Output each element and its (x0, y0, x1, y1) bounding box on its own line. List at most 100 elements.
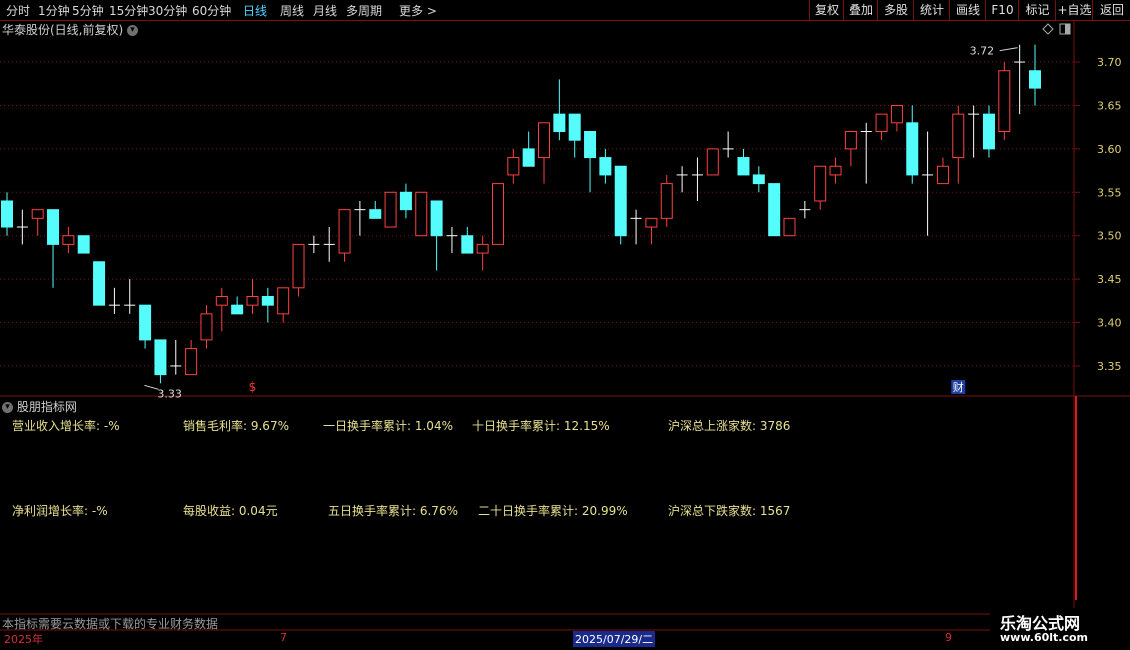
period-tab[interactable]: 多周期 (346, 2, 382, 19)
candle-body (660, 183, 673, 219)
candle-body (491, 183, 504, 245)
panel-toggle-icon (1065, 24, 1070, 34)
indicator-item: 每股收益: 0.04元 (183, 504, 278, 518)
candle-body (599, 157, 612, 176)
indicator-label-text: 股朋指标网 (16, 400, 77, 414)
high-price-label: 3.72 (970, 45, 995, 58)
toolbar-button[interactable]: 多股 (877, 0, 914, 20)
candle-body (890, 104, 903, 124)
candle-body (568, 113, 581, 141)
toolbar-button[interactable]: 返回 (1092, 0, 1130, 20)
toolbar: 分时 1分钟 5分钟 15分钟 30分钟 60分钟 日线 周线 月线 多周期 更多 > 复权 叠加 多股统… (0, 0, 1130, 21)
period-tab[interactable]: 分时 (6, 2, 30, 19)
toolbar-button[interactable]: 画线 (949, 0, 986, 20)
indicator-item: 十日换手率累计: 12.15% (472, 419, 610, 433)
toolbar-button[interactable]: 统计 (913, 0, 950, 20)
candle-body (998, 70, 1011, 133)
watermark-url: www.60lt.com (1000, 631, 1089, 644)
indicator-item: 营业收入增长率: -% (12, 419, 120, 433)
candle-body (584, 131, 597, 159)
candle-body (246, 295, 259, 306)
candle-body (814, 165, 827, 202)
candle-body (369, 209, 382, 219)
indicator-item: 一日换手率累计: 1.04% (323, 419, 453, 433)
toolbar-button[interactable]: 标记 (1018, 0, 1056, 20)
candle-body (292, 243, 305, 289)
candle-body (139, 304, 152, 341)
toolbar-button[interactable]: 叠加 (843, 0, 878, 20)
candle-body (415, 191, 428, 237)
candle-body (93, 261, 106, 306)
watermark-logo: 乐淘公式网 www.60lt.com (990, 608, 1130, 650)
indicator-item: 二十日换手率累计: 20.99% (478, 504, 628, 518)
y-tick-label: 3.60 (1097, 143, 1122, 156)
candle-body (338, 209, 351, 254)
candle-body (522, 148, 535, 167)
candle-body (461, 235, 474, 254)
stock-label[interactable]: 华泰股份(日线,前复权) ▾ (2, 21, 139, 38)
date-axis-label: 7 (280, 631, 287, 644)
candle-body (277, 287, 290, 315)
candle-body (215, 295, 228, 306)
stock-label-text: 华泰股份(日线,前复权) (2, 23, 124, 37)
data-note: 本指标需要云数据或下载的专业财务数据 (2, 617, 219, 631)
candle-body (768, 183, 781, 237)
indicator-item: 沪深总下跌家数: 1567 (668, 504, 791, 518)
y-tick-label: 3.65 (1097, 99, 1122, 112)
period-tab[interactable]: 周线 (280, 2, 304, 19)
candle-body (384, 191, 397, 228)
toolbar-button[interactable]: 复权 (809, 0, 844, 20)
candle-body (77, 235, 90, 254)
candle-body (261, 295, 274, 306)
date-axis-label: 2025年 (4, 633, 43, 646)
candle-body (1029, 70, 1041, 89)
chevron-down-icon[interactable]: ▾ (127, 25, 139, 36)
y-tick-label: 3.55 (1097, 186, 1122, 199)
indicator-item: 销售毛利率: 9.67% (183, 419, 289, 433)
candle-body (538, 122, 551, 159)
candle-body (47, 209, 60, 245)
candle-body (31, 209, 44, 219)
date-axis-label: 9 (945, 631, 952, 644)
candlestick-chart[interactable]: 3.35 3.40 3.45 3.50 3.55 3.60 3.65 3.70 3.72 3.33… (0, 0, 1130, 650)
candle-body (737, 157, 750, 176)
high-marker-arrow (999, 47, 1018, 52)
chevron-down-icon[interactable]: ▾ (2, 402, 13, 413)
candle-body (507, 157, 520, 176)
toolbar-button[interactable]: F10 (985, 0, 1019, 20)
candle-body (1, 200, 13, 228)
candle-body (399, 191, 412, 211)
y-tick-label: 3.50 (1097, 230, 1122, 243)
toolbar-button[interactable]: +自选 (1055, 0, 1093, 20)
period-tab[interactable]: 1分钟 (38, 2, 70, 19)
y-tick-label: 3.35 (1097, 360, 1122, 373)
candle-body (614, 165, 627, 237)
indicator-item: 净利润增长率: -% (12, 504, 108, 518)
period-tab[interactable]: 60分钟 (192, 2, 231, 19)
candle-body (982, 113, 995, 150)
candle-body (952, 113, 965, 159)
period-tab[interactable]: 30分钟 (148, 2, 187, 19)
candle-body (706, 148, 719, 176)
low-price-label: 3.33 (157, 387, 182, 400)
indicator-item: 五日换手率累计: 6.76% (328, 504, 458, 518)
period-tab[interactable]: 5分钟 (72, 2, 104, 19)
candle-body (185, 348, 198, 376)
candle-body (231, 304, 244, 315)
low-marker-arrow (144, 384, 159, 390)
candle-body (645, 217, 658, 228)
y-tick-label: 3.40 (1097, 317, 1122, 330)
period-tab[interactable]: 15分钟 (109, 2, 148, 19)
candle-body (906, 122, 919, 176)
period-tab[interactable]: 日线 (243, 2, 267, 19)
candle-body (62, 235, 75, 245)
finance-marker: 财 (953, 380, 964, 394)
indicator-label[interactable]: ▾ 股朋指标网 (2, 398, 77, 415)
candle-body (154, 339, 167, 376)
candle-body (783, 217, 796, 237)
period-tab[interactable]: 更多 > (399, 2, 437, 19)
candle-body (875, 113, 888, 133)
candle-body (936, 165, 949, 185)
candle-body (829, 165, 842, 176)
period-tab[interactable]: 月线 (313, 2, 337, 19)
